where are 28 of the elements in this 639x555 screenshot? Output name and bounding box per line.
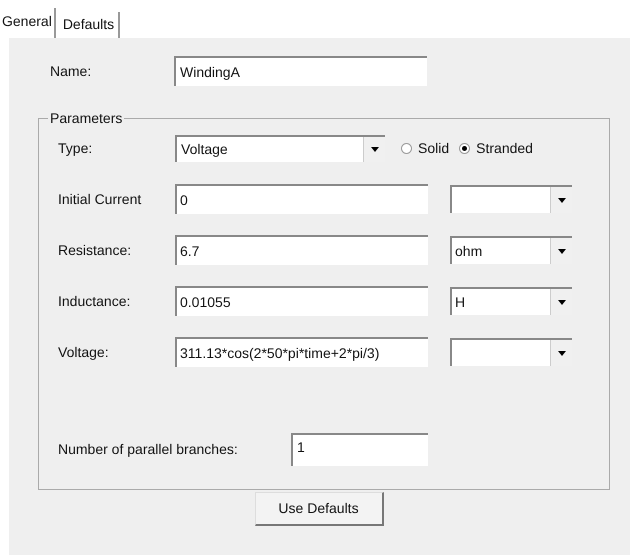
- dropdown-arrow-icon: [370, 146, 378, 152]
- tab[interactable]: General: [0, 8, 56, 38]
- branches-label: Number of parallel branches:: [58, 440, 239, 459]
- radio-option[interactable]: Stranded: [459, 138, 533, 158]
- value-field[interactable]: 0: [175, 184, 428, 214]
- field-label: Initial Current: [58, 190, 142, 208]
- name-field[interactable]: WindingA: [174, 56, 427, 86]
- unit-dropdown[interactable]: ohm: [450, 236, 572, 264]
- value-field[interactable]: 6.7: [175, 235, 428, 265]
- group-legend: Parameters: [48, 108, 124, 129]
- radio-option[interactable]: Solid: [401, 138, 450, 158]
- dropdown-arrow-icon: [558, 198, 566, 202]
- name-label: Name:: [49, 62, 92, 80]
- use-defaults-button[interactable]: Use Defaults: [254, 492, 384, 526]
- dropdown-arrow-icon: [558, 248, 566, 254]
- unit-dropdown[interactable]: [450, 185, 572, 213]
- type-label: Type:: [58, 138, 94, 158]
- field-label: Voltage:: [58, 342, 110, 362]
- value-field[interactable]: 311.13*cos(2*50*pi*time+2*pi/3): [175, 337, 428, 367]
- branches-field[interactable]: 1: [291, 433, 428, 466]
- value-field[interactable]: 0.01055: [175, 286, 428, 316]
- unit-dropdown[interactable]: [450, 338, 572, 366]
- dropdown-arrow-icon: [558, 350, 566, 356]
- field-label: Resistance:: [58, 240, 132, 260]
- dropdown-arrow-icon: [558, 300, 566, 304]
- field-label: Inductance:: [58, 292, 132, 310]
- unit-dropdown[interactable]: H: [450, 287, 572, 315]
- type-dropdown[interactable]: Voltage: [175, 134, 385, 162]
